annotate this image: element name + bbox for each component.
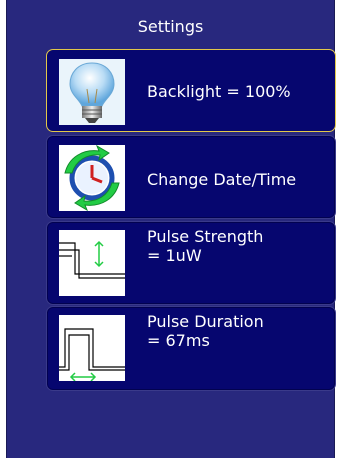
pulse-duration-label: Pulse Duration = 67ms bbox=[147, 312, 264, 350]
pulse-duration-button[interactable]: Pulse Duration = 67ms bbox=[46, 306, 336, 391]
lightbulb-icon bbox=[59, 59, 125, 125]
pulse-duration-icon bbox=[59, 315, 125, 381]
pulse-strength-icon bbox=[59, 230, 125, 296]
settings-screen: Settings Backlight = 100% Change Date/Ti… bbox=[6, 0, 336, 458]
pulse-strength-button[interactable]: Pulse Strength = 1uW bbox=[46, 221, 336, 305]
change-date-time-button[interactable]: Change Date/Time bbox=[46, 135, 336, 219]
backlight-label: Backlight = 100% bbox=[147, 82, 291, 101]
clock-sync-icon bbox=[59, 145, 125, 211]
pulse-strength-label: Pulse Strength = 1uW bbox=[147, 227, 264, 265]
backlight-button[interactable]: Backlight = 100% bbox=[46, 49, 336, 132]
change-date-time-label: Change Date/Time bbox=[147, 170, 297, 189]
page-title: Settings bbox=[137, 17, 204, 36]
